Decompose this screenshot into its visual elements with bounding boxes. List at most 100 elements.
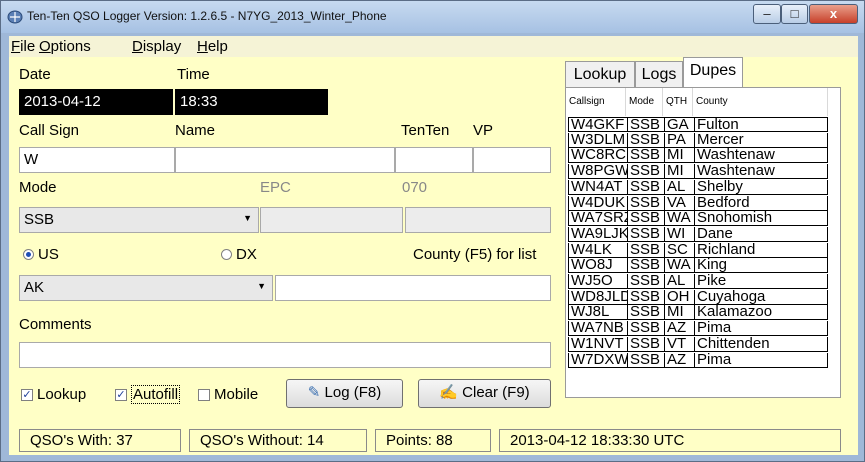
vp-field[interactable] xyxy=(473,147,551,173)
dx-radio[interactable] xyxy=(221,249,232,260)
tab-lookup[interactable]: Lookup xyxy=(565,61,635,87)
county-field[interactable] xyxy=(275,275,551,301)
log-button[interactable]: ✎ Log (F8) xyxy=(286,379,403,408)
cell-mode: SSB xyxy=(628,226,665,242)
menu-file[interactable]: File xyxy=(11,38,35,55)
cell-mode: SSB xyxy=(628,179,665,195)
table-row[interactable]: W7DXW SSB AZ Pima xyxy=(567,352,829,368)
mode-select[interactable]: SSB ▼ xyxy=(19,207,259,233)
maximize-button[interactable]: □ xyxy=(781,4,808,24)
mobile-label: Mobile xyxy=(214,386,259,403)
cell-callsign: W4LK xyxy=(568,242,628,258)
cell-qth: WI xyxy=(665,226,695,242)
callsign-field[interactable]: W xyxy=(19,147,175,173)
code-field xyxy=(405,207,551,233)
cell-county: Cuyahoga xyxy=(695,289,828,305)
table-row[interactable]: WA9LJK SSB WI Dane xyxy=(567,226,829,242)
dx-label: DX xyxy=(236,246,257,263)
col-county[interactable]: County xyxy=(693,88,828,116)
mode-label: Mode xyxy=(19,179,57,196)
cell-callsign: WC8RC xyxy=(568,148,628,164)
title-bar[interactable]: Ten-Ten QSO Logger Version: 1.2.6.5 - N7… xyxy=(1,1,864,33)
cell-callsign: W3DLM xyxy=(568,132,628,148)
cell-mode: SSB xyxy=(628,117,665,132)
chevron-down-icon: ▼ xyxy=(243,213,252,223)
menu-display-rest: isplay xyxy=(142,38,182,55)
comments-field[interactable] xyxy=(19,342,551,368)
cell-qth: AL xyxy=(665,179,695,195)
lookup-checkbox[interactable]: ✓ xyxy=(21,389,33,401)
cell-callsign: WD8JLD xyxy=(568,289,628,305)
cell-callsign: WA9LJK xyxy=(568,226,628,242)
cell-callsign: WJ8L xyxy=(568,305,628,321)
col-qth[interactable]: QTH xyxy=(663,88,693,116)
table-row[interactable]: W4GKF SSB GA Fulton xyxy=(567,117,829,132)
table-row[interactable]: WD8JLD SSB OH Cuyahoga xyxy=(567,289,829,305)
cell-county: Bedford xyxy=(695,195,828,211)
table-row[interactable]: WA7NB SSB AZ Pima xyxy=(567,321,829,337)
cell-qth: OH xyxy=(665,289,695,305)
tab-logs[interactable]: Logs xyxy=(635,61,683,87)
col-callsign[interactable]: Callsign xyxy=(566,88,626,116)
us-radio[interactable] xyxy=(23,249,34,260)
status-qso-with: QSO's With: 37 xyxy=(19,429,181,452)
cell-county: Washtenaw xyxy=(695,164,828,180)
menu-display[interactable]: Display xyxy=(132,38,181,55)
cell-county: Mercer xyxy=(695,132,828,148)
autofill-checkbox[interactable]: ✓ xyxy=(115,389,127,401)
mobile-checkbox[interactable] xyxy=(198,389,210,401)
table-row[interactable]: WO8J SSB WA King xyxy=(567,258,829,274)
cell-qth: AZ xyxy=(665,352,695,368)
cell-qth: AL xyxy=(665,274,695,289)
cell-mode: SSB xyxy=(628,258,665,274)
code-label: 070 xyxy=(402,179,428,196)
cell-county: Fulton xyxy=(695,117,828,132)
county-hint: County (F5) for list xyxy=(413,246,537,263)
table-row[interactable]: W4LK SSB SC Richland xyxy=(567,242,829,258)
state-select[interactable]: AK ▼ xyxy=(19,275,273,301)
time-field[interactable]: 18:33 xyxy=(175,89,328,115)
cell-callsign: WA7NB xyxy=(568,321,628,337)
table-row[interactable]: WN4AT SSB AL Shelby xyxy=(567,179,829,195)
tenten-field[interactable] xyxy=(395,147,473,173)
menu-file-rest: ile xyxy=(20,38,36,55)
cell-mode: SSB xyxy=(628,211,665,227)
cell-callsign: WJ5O xyxy=(568,274,628,289)
cell-callsign: W4GKF xyxy=(568,117,628,132)
dupes-panel: Callsign Mode QTH County W4GKF SSB GA Fulto… xyxy=(565,87,841,398)
cell-callsign: WO8J xyxy=(568,258,628,274)
comments-label: Comments xyxy=(19,316,92,333)
table-row[interactable]: W3DLM SSB PA Mercer xyxy=(567,132,829,148)
clear-button[interactable]: ✍ Clear (F9) xyxy=(418,379,551,408)
cell-mode: SSB xyxy=(628,352,665,368)
cell-county: Chittenden xyxy=(695,336,828,352)
cell-county: Snohomish xyxy=(695,211,828,227)
minimize-button[interactable]: – xyxy=(753,4,781,24)
table-row[interactable]: WJ8L SSB MI Kalamazoo xyxy=(567,305,829,321)
menu-help[interactable]: Help xyxy=(197,38,228,55)
cell-qth: PA xyxy=(665,132,695,148)
name-field[interactable] xyxy=(175,147,395,173)
table-row[interactable]: WA7SRZ SSB WA Snohomish xyxy=(567,211,829,227)
cell-qth: VT xyxy=(665,336,695,352)
close-button[interactable]: x xyxy=(809,4,858,24)
table-row[interactable]: WJ5O SSB AL Pike xyxy=(567,274,829,289)
table-row[interactable]: WC8RC SSB MI Washtenaw xyxy=(567,148,829,164)
tab-dupes[interactable]: Dupes xyxy=(683,57,743,87)
cell-callsign: W4DUK xyxy=(568,195,628,211)
table-row[interactable]: W4DUK SSB VA Bedford xyxy=(567,195,829,211)
cell-qth: MI xyxy=(665,148,695,164)
cell-county: Richland xyxy=(695,242,828,258)
table-row[interactable]: W8PGW SSB MI Washtenaw xyxy=(567,164,829,180)
cell-county: Pike xyxy=(695,274,828,289)
us-label: US xyxy=(38,246,59,263)
cell-mode: SSB xyxy=(628,164,665,180)
date-field[interactable]: 2013-04-12 xyxy=(19,89,173,115)
cell-county: Dane xyxy=(695,226,828,242)
col-mode[interactable]: Mode xyxy=(626,88,663,116)
app-icon xyxy=(7,10,23,24)
table-row[interactable]: W1NVT SSB VT Chittenden xyxy=(567,336,829,352)
menu-help-rest: elp xyxy=(207,38,228,55)
menu-display-accel: D xyxy=(132,38,143,55)
menu-options[interactable]: Options xyxy=(39,38,91,55)
